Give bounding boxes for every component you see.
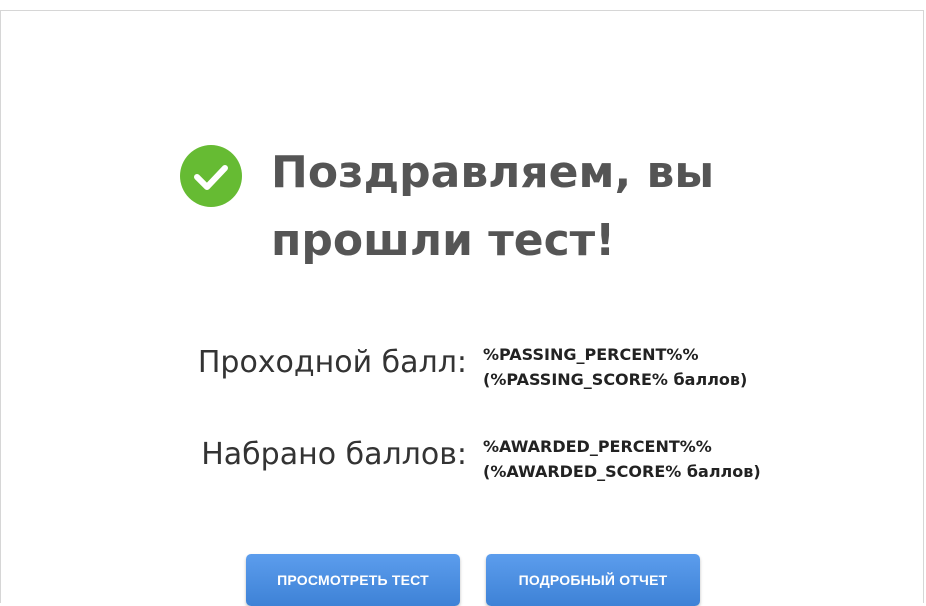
- check-circle-icon: [180, 145, 242, 207]
- passing-score-label: Проходной балл:: [197, 345, 467, 380]
- passing-score-row: Проходной балл: %PASSING_PERCENT%% (%PAS…: [1, 341, 748, 392]
- awarded-points: (%AWARDED_SCORE% баллов): [483, 462, 761, 481]
- page-title: Поздравляем, вы прошли тест!: [271, 147, 715, 266]
- action-buttons: ПРОСМОТРЕТЬ ТЕСТ ПОДРОБНЫЙ ОТЧЕТ: [246, 554, 700, 606]
- awarded-score-value: %AWARDED_PERCENT%% (%AWARDED_SCORE% балл…: [483, 433, 761, 484]
- detailed-report-button[interactable]: ПОДРОБНЫЙ ОТЧЕТ: [486, 554, 700, 606]
- passing-points: (%PASSING_SCORE% баллов): [483, 370, 748, 389]
- awarded-score-label: Набрано баллов:: [201, 437, 467, 472]
- passing-score-value: %PASSING_PERCENT%% (%PASSING_SCORE% балл…: [483, 341, 747, 392]
- review-test-button[interactable]: ПРОСМОТРЕТЬ ТЕСТ: [246, 554, 460, 606]
- awarded-score-row: Набрано баллов: %AWARDED_PERCENT%% (%AWA…: [1, 433, 761, 484]
- awarded-percent: %AWARDED_PERCENT%%: [483, 437, 712, 456]
- result-panel: Поздравляем, вы прошли тест! Проходной б…: [0, 10, 924, 606]
- passing-percent: %PASSING_PERCENT%%: [483, 345, 699, 364]
